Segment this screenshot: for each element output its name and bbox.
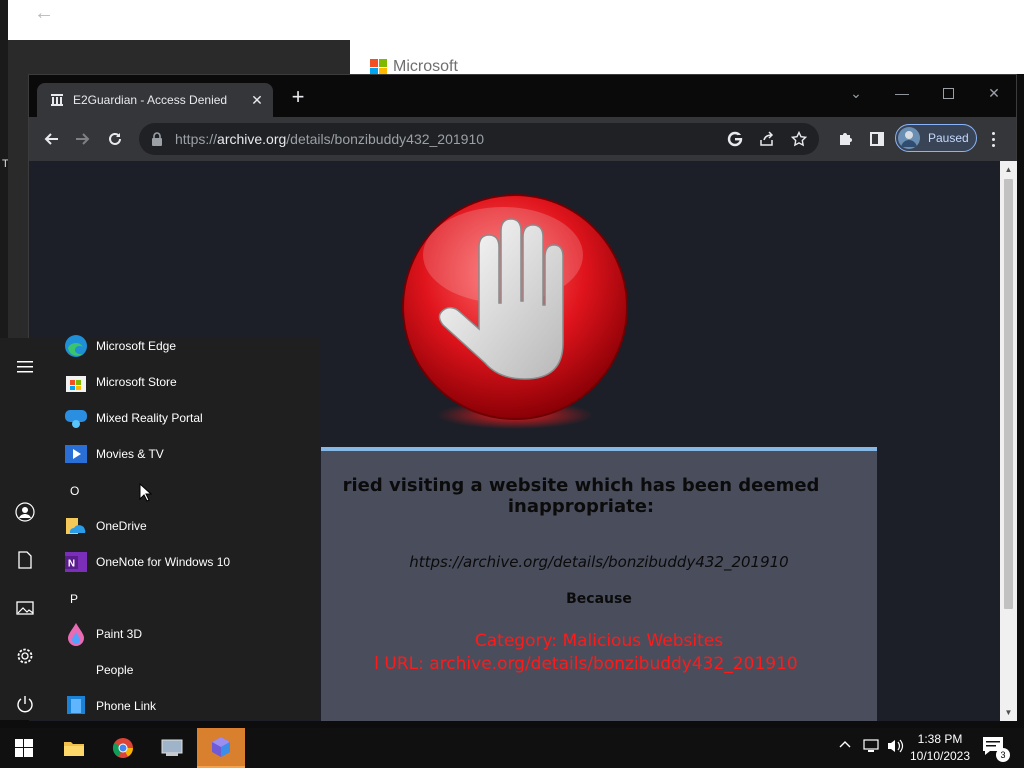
back-arrow-icon[interactable]: ← [34,2,54,25]
archive-favicon-icon [49,92,65,108]
windows-start-icon[interactable] [0,728,48,768]
tab-strip: E2Guardian - Access Denied ✕ + ⌄ — ✕ [29,75,1016,117]
taskbar: 1:38 PM 10/10/2023 3 [0,728,1024,768]
app-label: Microsoft Edge [96,339,177,353]
clock-time: 1:38 PM [917,732,963,746]
blocked-url-reason: l URL: archive.org/details/bonzibuddy432… [374,654,798,674]
extensions-puzzle-icon[interactable] [833,127,857,151]
scroll-down-arrow-icon[interactable]: ▼ [1000,704,1017,721]
forward-button[interactable] [71,127,95,151]
app-movies-tv[interactable]: Movies & TV [50,436,320,472]
phone-link-icon [62,692,90,720]
denied-message: ried visiting a website which has been d… [342,475,820,517]
edge-icon [62,332,90,360]
app-label: OneNote for Windows 10 [96,555,231,569]
onedrive-icon [62,512,90,540]
volume-tray-icon[interactable] [886,738,904,757]
people-icon [62,656,90,684]
section-letter-o[interactable]: O [70,484,79,498]
notification-center-icon[interactable]: 3 [982,736,1010,762]
avatar [898,127,920,149]
app-paint-3d[interactable]: Paint 3D [50,616,320,652]
google-icon[interactable] [725,129,745,149]
hamburger-menu-icon[interactable] [10,352,40,382]
scrollbar-thumb[interactable] [1004,179,1013,609]
profile-button[interactable]: Paused [895,124,977,152]
side-panel-icon[interactable] [865,127,889,151]
microsoft-logo-icon [370,58,387,76]
app-label: Microsoft Store [96,375,177,389]
system-clock[interactable]: 1:38 PM 10/10/2023 [908,731,972,765]
tab-access-denied[interactable]: E2Guardian - Access Denied ✕ [37,83,273,117]
user-account-icon[interactable] [10,497,40,527]
lock-icon[interactable] [151,132,165,146]
tray-overflow-chevron-icon[interactable] [839,738,851,753]
menu-kebab-icon[interactable] [985,127,1001,151]
network-tray-icon[interactable] [862,738,880,757]
app-list: Microsoft Edge Microsoft Store Mixed Rea… [50,335,320,720]
mouse-cursor-icon [139,483,153,502]
address-url: https://archive.org/details/bonzibuddy43… [175,131,485,147]
profile-status-label: Paused [928,131,969,145]
app-label: Paint 3D [96,627,143,641]
documents-icon[interactable] [10,545,40,575]
file-explorer-icon[interactable] [50,728,98,768]
page-scrollbar[interactable]: ▲ ▼ [1000,161,1017,721]
access-denied-message-box: ried visiting a website which has been d… [321,447,877,721]
mixed-reality-icon [62,404,90,432]
start-menu-rail [0,338,50,720]
tab-close-icon[interactable]: ✕ [249,92,265,108]
block-category: Category: Malicious Websites [474,631,724,651]
blocked-url: https://archive.org/details/bonzibuddy43… [409,553,789,571]
tab-title: E2Guardian - Access Denied [73,93,228,107]
clock-date: 10/10/2023 [909,749,971,763]
bookmark-star-icon[interactable] [789,129,809,149]
browser-toolbar: https://archive.org/details/bonzibuddy43… [29,117,1016,161]
movies-icon [62,440,90,468]
close-window-button[interactable]: ✕ [971,79,1017,107]
pictures-icon[interactable] [10,593,40,623]
app-onedrive[interactable]: OneDrive [50,508,320,544]
app-people[interactable]: People [50,652,320,688]
because-label: Because [566,591,632,607]
section-letter-p[interactable]: P [70,592,78,606]
app-mixed-reality-portal[interactable]: Mixed Reality Portal [50,400,320,436]
chrome-icon[interactable] [99,728,147,768]
app-microsoft-store[interactable]: Microsoft Store [50,364,320,400]
app-microsoft-edge[interactable]: Microsoft Edge [50,328,320,364]
maximize-button[interactable] [925,79,971,107]
app-phone-link[interactable]: Phone Link [50,688,320,724]
minimize-button[interactable]: — [879,79,925,107]
app-onenote[interactable]: N OneNote for Windows 10 [50,544,320,580]
paint3d-icon [62,620,90,648]
start-menu: Microsoft Edge Microsoft Store Mixed Rea… [0,335,320,720]
settings-gear-icon[interactable] [10,641,40,671]
stop-hand-icon [402,194,628,429]
back-button[interactable] [39,127,63,151]
tab-search-chevron-icon[interactable]: ⌄ [833,79,879,107]
store-icon [62,368,90,396]
reload-button[interactable] [103,127,127,151]
power-icon[interactable] [10,689,40,719]
scroll-up-arrow-icon[interactable]: ▲ [1000,161,1017,178]
active-app-icon[interactable] [197,728,245,768]
app-label: Movies & TV [96,447,164,461]
svg-text:N: N [68,559,75,570]
notification-count-badge: 3 [996,748,1010,762]
onenote-icon: N [62,548,90,576]
address-bar[interactable]: https://archive.org/details/bonzibuddy43… [139,123,819,155]
new-tab-button[interactable]: + [287,86,309,109]
app-label: OneDrive [96,519,147,533]
app-label: Mixed Reality Portal [96,411,203,425]
app-label: Phone Link [96,699,157,713]
network-app-icon[interactable] [148,728,196,768]
app-label: People [96,663,134,677]
share-icon[interactable] [757,129,777,149]
